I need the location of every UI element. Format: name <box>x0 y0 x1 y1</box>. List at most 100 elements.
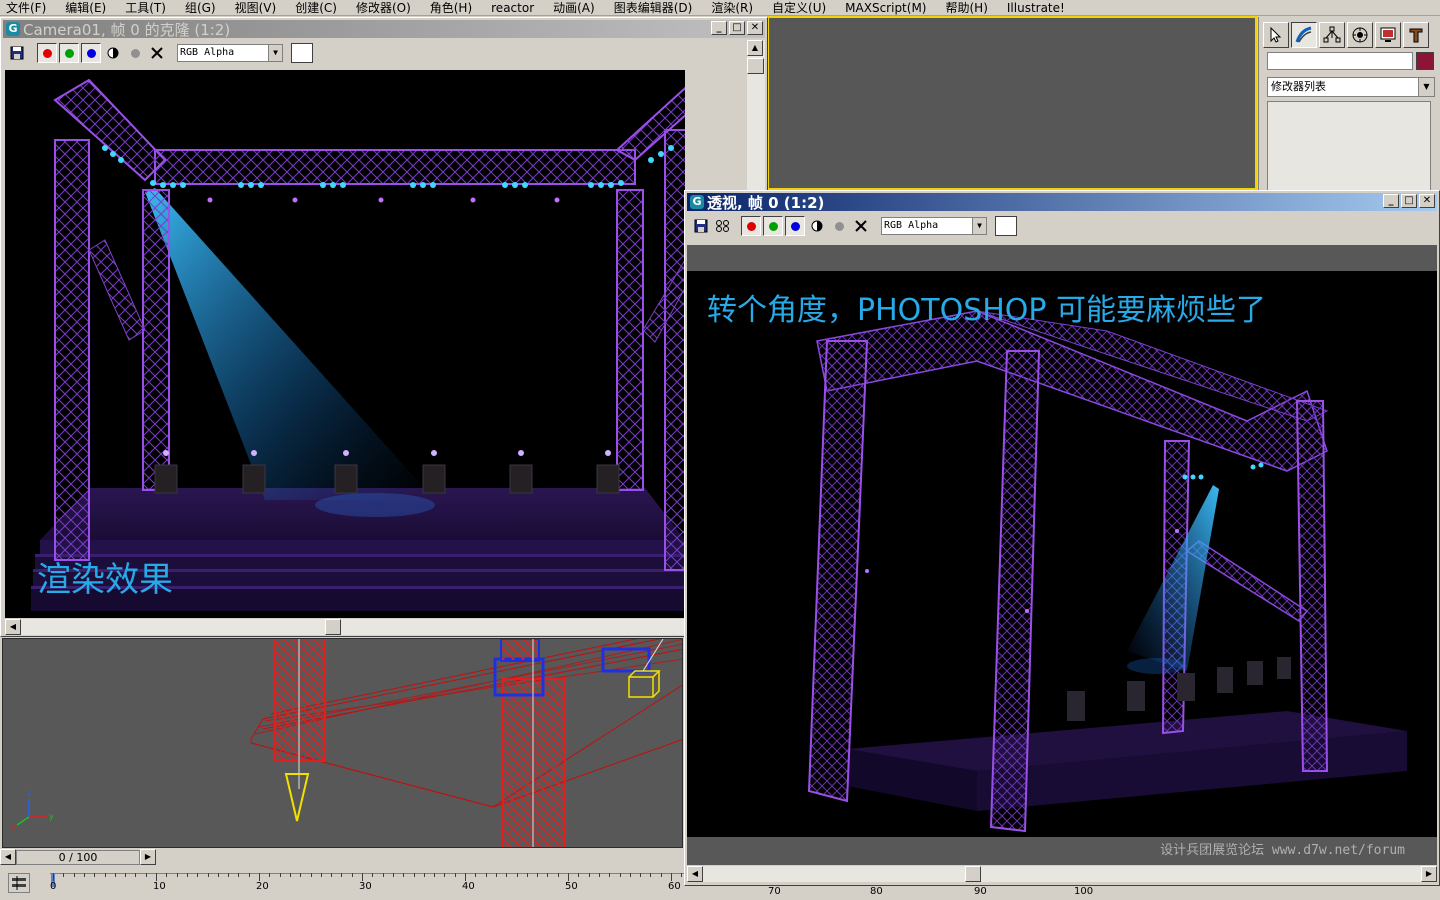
time-slider[interactable]: ◀ 0 / 100 ▶ <box>0 849 684 866</box>
blue-channel-toggle[interactable] <box>81 43 101 63</box>
menu-item[interactable]: 图表编辑器(D) <box>614 0 700 16</box>
minimize-button[interactable]: _ <box>1383 194 1399 208</box>
menu-item[interactable]: reactor <box>491 0 541 16</box>
alpha-channel-icon[interactable] <box>125 43 145 63</box>
track-tick <box>671 873 672 881</box>
curve-editor-icon[interactable] <box>8 873 30 893</box>
track-tick <box>320 873 322 877</box>
svg-text:z: z <box>27 789 31 798</box>
red-channel-toggle[interactable] <box>741 216 761 236</box>
track-tick <box>434 873 436 877</box>
save-icon[interactable] <box>7 43 27 63</box>
scroll-thumb[interactable] <box>325 619 341 635</box>
modify-tab-icon[interactable] <box>1291 22 1317 48</box>
track-tick <box>341 873 343 877</box>
track-tick <box>248 873 250 877</box>
track-tick <box>588 873 590 877</box>
scroll-left-button[interactable]: ◀ <box>5 619 21 635</box>
track-tick <box>331 873 333 877</box>
menu-item[interactable]: MAXScript(M) <box>845 0 933 16</box>
mono-display-icon[interactable] <box>103 43 123 63</box>
scroll-thumb[interactable] <box>747 58 764 74</box>
clone-window-icon[interactable] <box>713 216 733 236</box>
clear-icon[interactable] <box>851 216 871 236</box>
green-channel-toggle[interactable] <box>763 216 783 236</box>
time-next-button[interactable]: ▶ <box>140 849 156 865</box>
chevron-down-icon: ▼ <box>1418 78 1434 96</box>
modifier-list-dropdown[interactable]: 修改器列表 ▼ <box>1267 77 1435 97</box>
modifier-stack[interactable] <box>1267 101 1431 192</box>
create-tab-icon[interactable] <box>1263 22 1289 48</box>
track-label: 30 <box>359 881 372 892</box>
motion-tab-icon[interactable] <box>1347 22 1373 48</box>
save-icon[interactable] <box>691 216 711 236</box>
alpha-channel-icon[interactable] <box>829 216 849 236</box>
object-name-field[interactable] <box>1267 52 1413 70</box>
render-window-toolbar: RGB Alpha ▼ <box>687 213 1437 239</box>
scroll-thumb[interactable] <box>965 866 981 882</box>
track-tick <box>403 873 405 877</box>
horizontal-scrollbar[interactable]: ◀ ▶ <box>687 865 1437 882</box>
track-tick <box>640 873 642 877</box>
menu-item[interactable]: 编辑(E) <box>65 0 113 16</box>
red-channel-toggle[interactable] <box>37 43 57 63</box>
menu-item[interactable]: 工具(T) <box>125 0 173 16</box>
track-bar-right: 70 80 90 100 <box>686 886 1440 900</box>
canvas-top-margin <box>687 245 1437 271</box>
menu-item[interactable]: 自定义(U) <box>772 0 833 16</box>
track-tick <box>444 873 446 877</box>
render-window-camera01: G Camera01, 帧 0 的克隆 (1:2) _ □ ✕ RGB Alph… <box>0 17 768 637</box>
scroll-left-button[interactable]: ◀ <box>687 866 703 882</box>
time-slider-thumb[interactable]: 0 / 100 <box>16 850 140 865</box>
time-prev-button[interactable]: ◀ <box>0 849 16 865</box>
mono-display-icon[interactable] <box>807 216 827 236</box>
channel-select[interactable]: RGB Alpha ▼ <box>881 217 987 235</box>
menu-item[interactable]: 动画(A) <box>553 0 602 16</box>
scroll-up-button[interactable]: ▲ <box>747 40 763 56</box>
menu-item[interactable]: 创建(C) <box>295 0 344 16</box>
maximize-button[interactable]: □ <box>729 21 745 35</box>
track-tick <box>516 873 518 877</box>
track-tick <box>53 873 54 881</box>
render-window-perspective: G 透视, 帧 0 (1:2) _ □ ✕ RGB Alpha ▼ 转个角度，P… <box>684 190 1440 886</box>
command-panel: 修改器列表 ▼ <box>1258 17 1440 192</box>
blue-channel-toggle[interactable] <box>785 216 805 236</box>
green-channel-toggle[interactable] <box>59 43 79 63</box>
svg-text:y: y <box>49 812 54 821</box>
maximize-button[interactable]: □ <box>1401 194 1417 208</box>
window-title-bar[interactable]: G 透视, 帧 0 (1:2) _ □ ✕ <box>687 193 1437 212</box>
menu-item[interactable]: 组(G) <box>185 0 223 16</box>
scroll-right-button[interactable]: ▶ <box>1421 866 1437 882</box>
render-caption: 转个角度，PHOTOSHOP 可能要麻烦些了 <box>707 293 1267 328</box>
viewport-top-right[interactable] <box>768 17 1256 189</box>
pixel-color-swatch[interactable] <box>291 43 313 63</box>
display-tab-icon[interactable] <box>1375 22 1401 48</box>
menu-item[interactable]: Illustrate! <box>1007 0 1072 16</box>
clear-icon[interactable] <box>147 43 167 63</box>
window-title-bar[interactable]: G Camera01, 帧 0 的克隆 (1:2) _ □ ✕ <box>3 20 765 39</box>
viewport-perspective-wireframe[interactable]: z y x <box>2 638 683 848</box>
menu-item[interactable]: 视图(V) <box>235 0 284 16</box>
menu-item[interactable]: 渲染(R) <box>711 0 760 16</box>
close-button[interactable]: ✕ <box>747 21 763 35</box>
channel-select[interactable]: RGB Alpha ▼ <box>177 44 283 62</box>
menu-item[interactable]: 角色(H) <box>430 0 479 16</box>
menu-item[interactable]: 帮助(H) <box>945 0 994 16</box>
hierarchy-tab-icon[interactable] <box>1319 22 1345 48</box>
track-bar[interactable]: 0 10 20 30 40 50 60 <box>0 867 684 900</box>
max-app-icon: G <box>690 195 704 209</box>
track-tick <box>526 873 528 877</box>
pixel-color-swatch[interactable] <box>995 216 1017 236</box>
track-tick <box>166 873 168 877</box>
object-color-swatch[interactable] <box>1416 52 1434 70</box>
horizontal-scrollbar[interactable]: ◀ <box>5 618 685 635</box>
modifier-list-label: 修改器列表 <box>1271 80 1326 93</box>
track-tick <box>156 873 157 881</box>
track-tick <box>114 873 116 877</box>
minimize-button[interactable]: _ <box>711 21 727 35</box>
track-tick <box>475 873 477 877</box>
menu-item[interactable]: 文件(F) <box>6 0 53 16</box>
menu-item[interactable]: 修改器(O) <box>356 0 418 16</box>
close-button[interactable]: ✕ <box>1419 194 1435 208</box>
utilities-tab-icon[interactable] <box>1403 22 1429 48</box>
